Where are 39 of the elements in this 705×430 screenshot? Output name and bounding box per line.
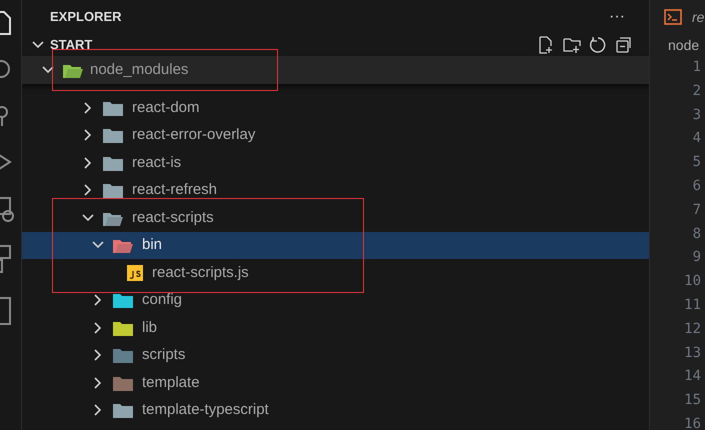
line-number: 11: [683, 296, 702, 315]
new-folder-icon[interactable]: [563, 36, 581, 54]
line-number: 15: [683, 391, 702, 410]
tree-row[interactable]: react-refresh: [22, 176, 649, 204]
tree-row[interactable]: react-is: [22, 149, 649, 176]
line-number: 7: [692, 200, 702, 220]
line-number: 9: [692, 248, 702, 268]
line-number: 4: [692, 129, 702, 148]
line-number: 5: [692, 153, 702, 172]
tree-row[interactable]: template: [22, 369, 649, 396]
line-number: 2: [692, 82, 702, 101]
tree-row[interactable]: react-scripts.js: [22, 259, 649, 286]
tree-row[interactable]: lib: [22, 314, 649, 342]
explorer-title: EXPLORER: [50, 8, 122, 26]
line-number: 8: [692, 224, 702, 244]
tree-row[interactable]: react-scripts: [22, 204, 649, 232]
refresh-icon[interactable]: [589, 36, 607, 54]
terminal-icon: [664, 9, 682, 25]
line-number: 10: [683, 272, 702, 292]
new-file-icon[interactable]: [537, 36, 555, 54]
line-number: 13: [683, 344, 702, 363]
tree-row[interactable]: bin: [22, 232, 649, 259]
collapse-all-icon[interactable]: [615, 36, 633, 54]
tree-row[interactable]: template-typescript: [22, 396, 649, 424]
line-number: 16: [683, 414, 702, 430]
tree-row[interactable]: react-dom: [22, 94, 649, 122]
tree-row[interactable]: react-error-overlay: [22, 122, 649, 149]
tree-row[interactable]: config: [22, 286, 649, 314]
breadcrumb[interactable]: node: [650, 34, 705, 56]
more-actions-button[interactable]: ···: [609, 5, 625, 29]
line-number: 6: [692, 176, 702, 196]
line-number: 3: [692, 106, 702, 125]
line-number: 1: [692, 58, 702, 77]
line-number: 14: [683, 367, 702, 386]
editor-tab[interactable]: re: [692, 6, 704, 28]
section-title[interactable]: START: [50, 35, 92, 55]
folder-label[interactable]: node_modules: [90, 58, 188, 82]
tree-row[interactable]: scripts: [22, 342, 649, 369]
line-number: 12: [683, 320, 702, 339]
